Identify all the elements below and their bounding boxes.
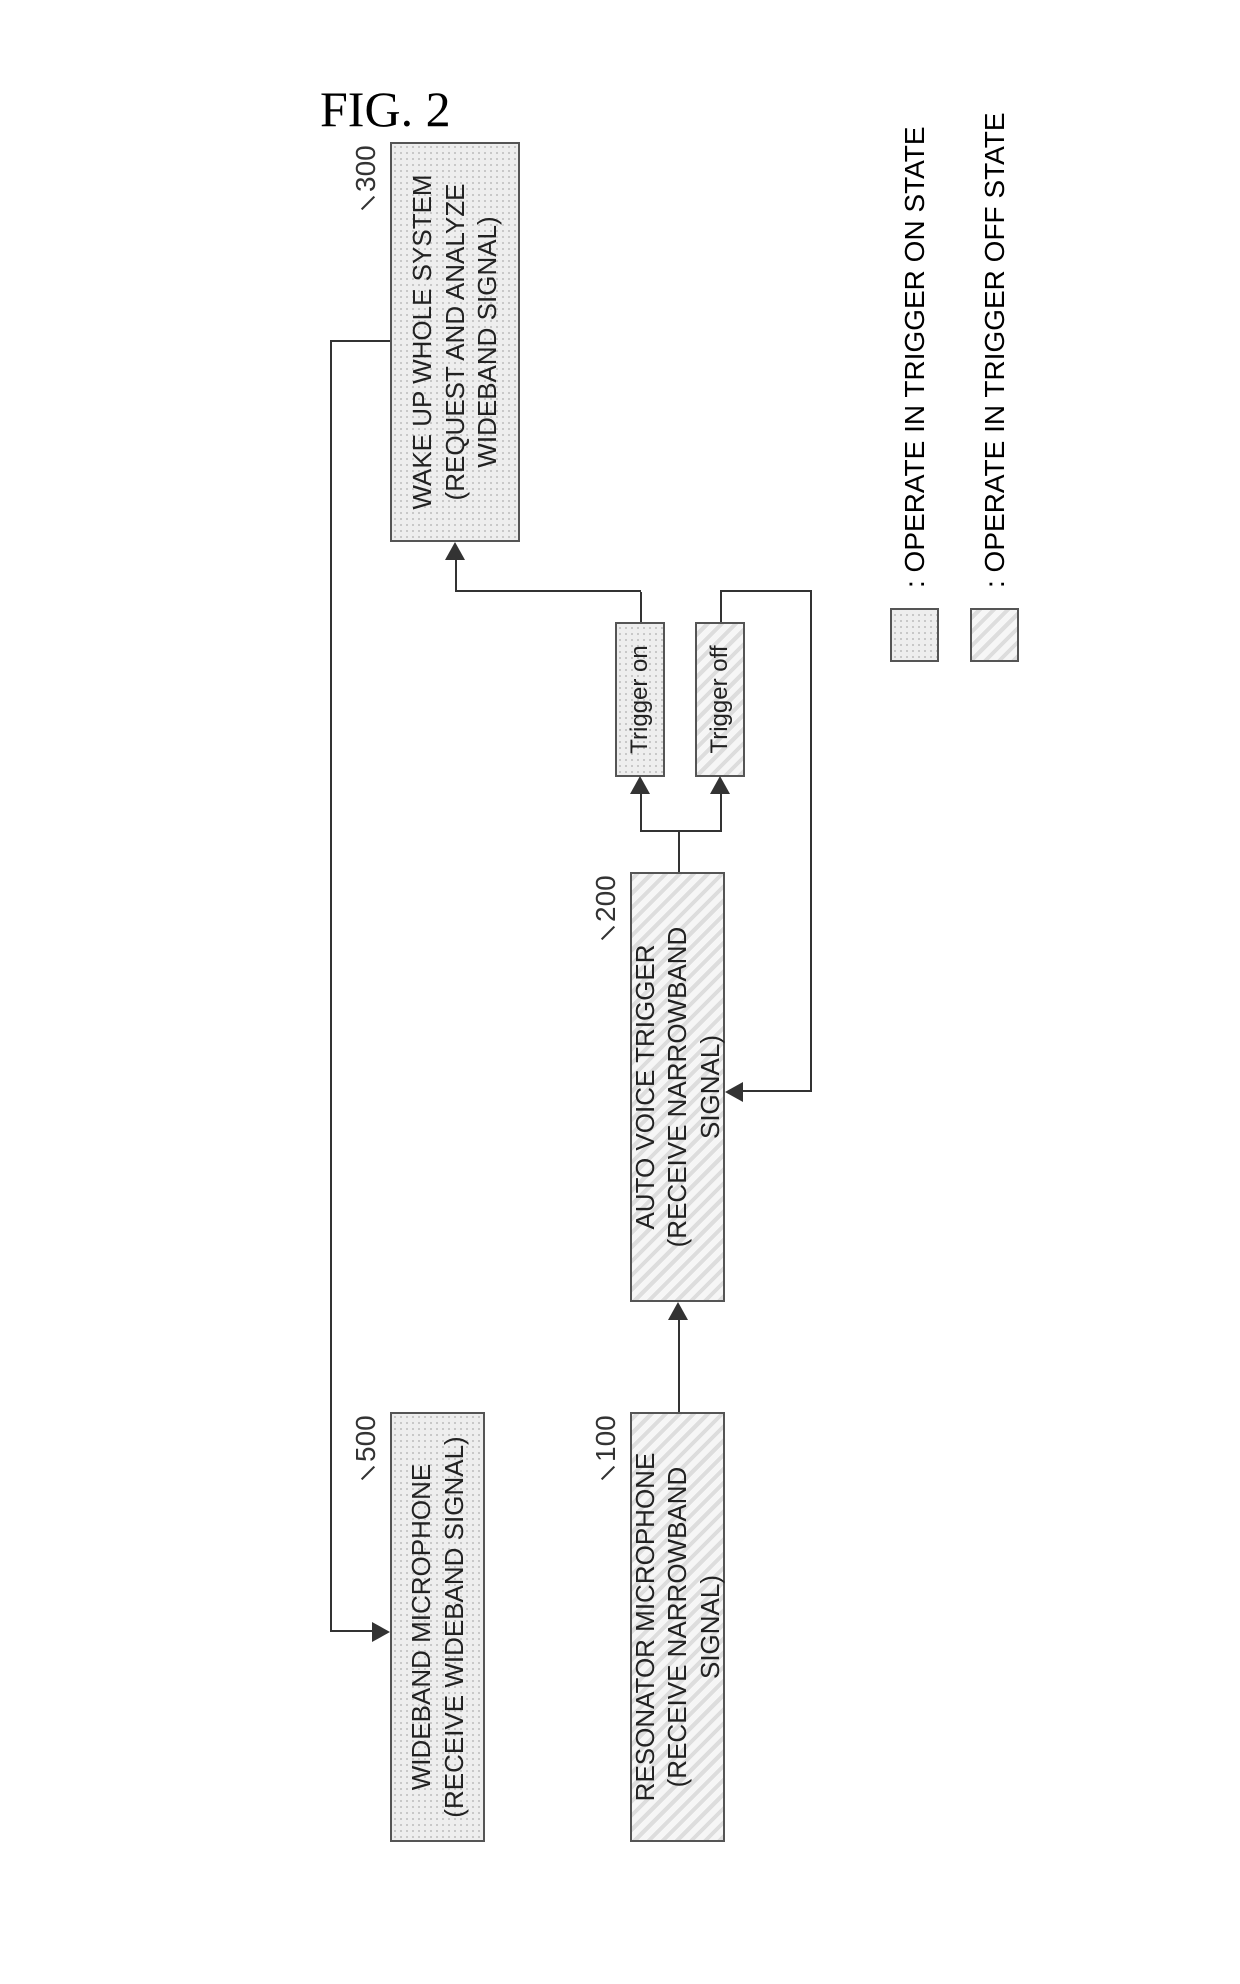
trigger-on-label: Trigger on <box>625 645 655 754</box>
arrow-on-to-wake-tip <box>445 542 465 560</box>
arrow-off-loop-h2 <box>810 590 812 1092</box>
trigger-off-block: Trigger off <box>695 622 745 777</box>
arrow-off-loop-v1 <box>720 590 810 592</box>
refnum-leader-500 <box>361 1466 375 1480</box>
arrow-wake-to-wide-h <box>330 340 332 1632</box>
legend-label-on: : OPERATE IN TRIGGER ON STATE <box>899 126 931 588</box>
legend-swatch-off <box>970 608 1019 662</box>
arrow-wake-to-wide-v1 <box>330 340 390 342</box>
arrow-trigger-branch-v <box>640 830 720 832</box>
arrow-off-loop-h1 <box>720 592 722 622</box>
refnum-100: 100 <box>590 1415 622 1462</box>
wake-up-block: WAKE UP WHOLE SYSTEM (REQUEST AND ANALYZ… <box>390 142 520 542</box>
diagram-canvas: WIDEBAND MICROPHONE (RECEIVE WIDEBAND SI… <box>70 92 1170 1892</box>
refnum-300: 300 <box>350 145 382 192</box>
legend-trigger-off: : OPERATE IN TRIGGER OFF STATE <box>970 112 1019 662</box>
refnum-200: 200 <box>590 875 622 922</box>
refnum-leader-300 <box>361 196 375 210</box>
resonator-microphone-block: RESONATOR MICROPHONE (RECEIVE NARROWBAND… <box>630 1412 725 1842</box>
wideband-microphone-subtitle: (RECEIVE WIDEBAND SIGNAL) <box>438 1436 471 1817</box>
arrow-wake-to-wide-v2 <box>330 1630 375 1632</box>
arrow-resonator-to-trigger <box>678 1317 680 1412</box>
wake-up-subtitle: (REQUEST AND ANALYZE WIDEBAND SIGNAL) <box>439 184 504 501</box>
refnum-500: 500 <box>350 1415 382 1462</box>
arrow-off-loop-v2 <box>743 1090 811 1092</box>
trigger-off-label: Trigger off <box>705 645 735 753</box>
arrow-wake-to-wide-tip <box>372 1622 390 1642</box>
arrow-trigger-out <box>678 832 680 872</box>
auto-voice-trigger-subtitle: (RECEIVE NARROWBAND SIGNAL) <box>661 884 726 1290</box>
trigger-on-block: Trigger on <box>615 622 665 777</box>
legend-label-off: : OPERATE IN TRIGGER OFF STATE <box>979 112 1011 588</box>
arrow-to-trigger-off-tip <box>710 776 730 794</box>
arrow-on-to-wake-v <box>455 590 641 592</box>
wake-up-title: WAKE UP WHOLE SYSTEM <box>406 174 439 509</box>
arrow-on-to-wake-h2 <box>455 557 457 592</box>
resonator-microphone-title: RESONATOR MICROPHONE <box>629 1453 662 1802</box>
wideband-microphone-block: WIDEBAND MICROPHONE (RECEIVE WIDEBAND SI… <box>390 1412 485 1842</box>
legend-swatch-on <box>890 608 939 662</box>
resonator-microphone-subtitle: (RECEIVE NARROWBAND SIGNAL) <box>661 1424 726 1830</box>
refnum-leader-200 <box>601 926 615 940</box>
arrow-to-trigger-on <box>640 792 642 832</box>
arrow-off-loop-tip <box>725 1082 743 1102</box>
wideband-microphone-title: WIDEBAND MICROPHONE <box>405 1464 438 1790</box>
arrow-resonator-to-trigger-tip <box>668 1302 688 1320</box>
refnum-leader-100 <box>601 1466 615 1480</box>
arrow-to-trigger-off <box>720 792 722 832</box>
page: FIG. 2 WIDEBAND MICROPHONE (RECEIVE WIDE… <box>0 0 1240 1984</box>
arrow-on-to-wake-h1 <box>640 592 642 622</box>
auto-voice-trigger-block: AUTO VOICE TRIGGER (RECEIVE NARROWBAND S… <box>630 872 725 1302</box>
legend-trigger-on: : OPERATE IN TRIGGER ON STATE <box>890 126 939 662</box>
auto-voice-trigger-title: AUTO VOICE TRIGGER <box>629 944 662 1229</box>
arrow-to-trigger-on-tip <box>630 776 650 794</box>
